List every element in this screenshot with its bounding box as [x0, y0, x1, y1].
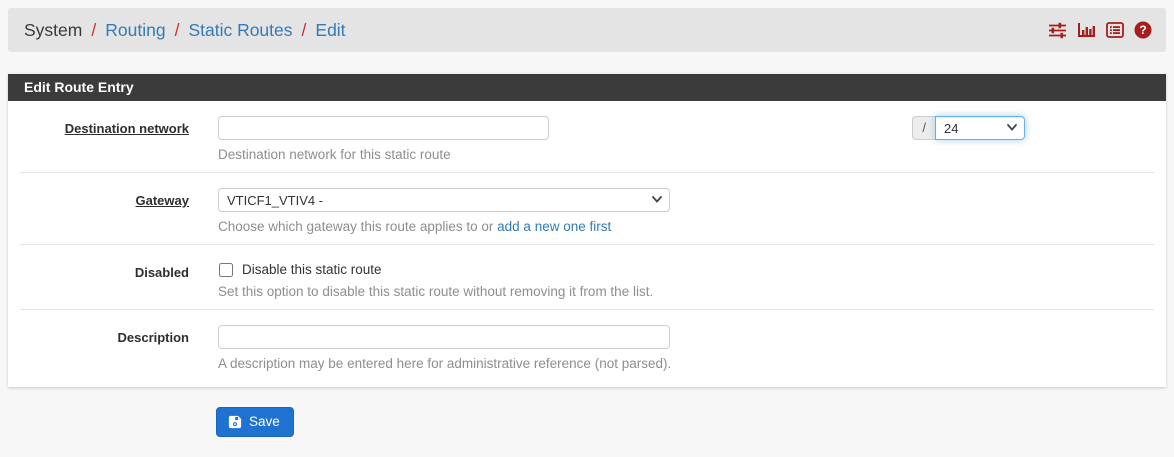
- breadcrumb-bar: System / Routing / Static Routes / Edit: [8, 8, 1166, 52]
- disabled-row: Disabled Disable this static route Set t…: [20, 245, 1154, 310]
- save-button[interactable]: Save: [216, 407, 294, 437]
- breadcrumb: System / Routing / Static Routes / Edit: [24, 20, 1048, 41]
- gateway-row: Gateway VTICF1_VTIV4 - Choose which gate…: [20, 173, 1154, 245]
- disabled-help: Set this option to disable this static r…: [218, 284, 1154, 299]
- disabled-label: Disabled: [20, 260, 189, 299]
- breadcrumb-link-routing[interactable]: Routing: [105, 20, 165, 41]
- breadcrumb-link-edit[interactable]: Edit: [315, 20, 345, 41]
- breadcrumb-separator: /: [293, 20, 316, 41]
- description-row: Description A description may be entered…: [20, 310, 1154, 387]
- save-button-label: Save: [249, 414, 280, 429]
- gateway-label: Gateway: [20, 188, 189, 234]
- breadcrumb-link-static-routes[interactable]: Static Routes: [188, 20, 292, 41]
- gateway-select[interactable]: VTICF1_VTIV4 -: [218, 188, 670, 212]
- svg-text:?: ?: [1139, 23, 1146, 37]
- header-icon-group: ?: [1048, 21, 1152, 39]
- panel-title: Edit Route Entry: [8, 74, 1166, 101]
- gateway-help: Choose which gateway this route applies …: [218, 219, 1154, 234]
- description-label: Description: [20, 325, 189, 371]
- destination-network-row: Destination network Destination network …: [20, 101, 1154, 173]
- save-icon: [228, 415, 242, 429]
- edit-route-entry-panel: Edit Route Entry Destination network Des…: [8, 74, 1166, 387]
- destination-network-label: Destination network: [20, 116, 189, 162]
- disable-route-checkbox-label[interactable]: Disable this static route: [242, 262, 382, 277]
- breadcrumb-separator: /: [166, 20, 189, 41]
- panel-body: Destination network Destination network …: [8, 101, 1166, 387]
- disable-route-checkbox[interactable]: [219, 263, 233, 277]
- description-input[interactable]: [218, 325, 670, 349]
- sliders-icon[interactable]: [1048, 22, 1067, 39]
- question-circle-icon[interactable]: ?: [1134, 21, 1152, 39]
- breadcrumb-system: System: [24, 20, 82, 41]
- form-actions: Save: [216, 407, 1174, 437]
- breadcrumb-separator: /: [82, 20, 105, 41]
- mask-prefix-addon: /: [912, 116, 935, 140]
- description-help: A description may be entered here for ad…: [218, 356, 1154, 371]
- destination-network-input[interactable]: [218, 116, 549, 140]
- subnet-mask-select[interactable]: 24: [935, 116, 1025, 140]
- list-alt-icon[interactable]: [1106, 22, 1124, 38]
- subnet-mask-group: / 24: [912, 116, 1025, 140]
- chart-bar-icon[interactable]: [1077, 22, 1096, 39]
- add-new-gateway-link[interactable]: add a new one first: [497, 219, 611, 234]
- destination-network-help: Destination network for this static rout…: [218, 147, 549, 162]
